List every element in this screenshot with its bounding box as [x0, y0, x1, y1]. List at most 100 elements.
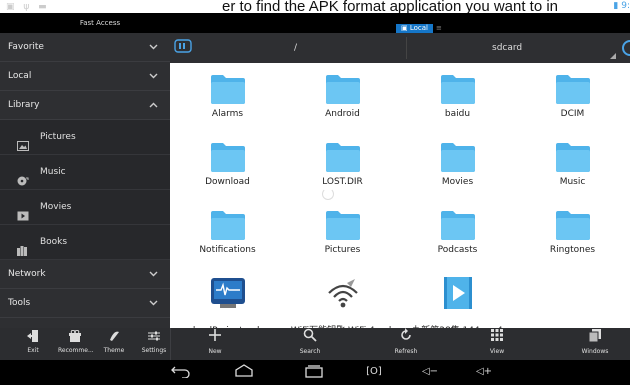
folder-icon	[325, 141, 361, 173]
toolbar-label: Refresh	[394, 348, 418, 355]
file-item[interactable]: Download	[170, 131, 285, 201]
fast-access-label[interactable]: Fast Access	[70, 13, 130, 33]
storage-icon[interactable]	[172, 39, 194, 57]
video-file-icon	[440, 277, 476, 309]
chevron-down-icon	[149, 260, 158, 289]
toolbar-label: Theme	[103, 347, 125, 354]
grid-view-icon	[451, 328, 543, 348]
file-item[interactable]: Movies	[400, 131, 515, 201]
windows-button[interactable]: Windows	[549, 328, 630, 360]
file-name: Music	[559, 177, 586, 187]
sidebar-section-library[interactable]: Library	[0, 91, 170, 120]
books-icon	[17, 237, 29, 256]
volume-down-icon[interactable]: ◁−	[416, 364, 444, 380]
file-item[interactable]: Android	[285, 63, 400, 133]
theme-button[interactable]: Theme	[97, 328, 131, 360]
windows-icon	[549, 328, 630, 348]
file-item[interactable]: Pictures	[285, 199, 400, 269]
folder-icon	[555, 73, 591, 105]
chevron-down-icon	[149, 62, 158, 91]
sidebar-item-label: Music	[40, 167, 66, 177]
path-dropdown-icon[interactable]	[610, 53, 616, 59]
notification-icons: ▣ ψ ▬	[6, 2, 50, 12]
folder-icon	[210, 141, 246, 173]
recomme-button[interactable]: Recomme...	[58, 328, 94, 360]
file-item[interactable]: WiFi万能钥匙 WiFi 4.apk	[285, 267, 400, 328]
exit-button[interactable]: Exit	[16, 328, 50, 360]
folder-icon	[210, 209, 246, 241]
sidebar-section-local[interactable]: Local	[0, 62, 170, 91]
back-icon[interactable]	[166, 364, 194, 380]
file-grid: Alarms Android baidu DCIM Download LOST.DIR Mo…	[170, 63, 630, 328]
file-item[interactable]: LOST.DIR	[285, 131, 400, 201]
file-name: baidu	[444, 109, 471, 119]
file-item[interactable]: Podcasts	[400, 199, 515, 269]
sidebar-section-favorite[interactable]: Favorite	[0, 33, 170, 62]
status-bar: ▣ ψ ▬ Fast Access ▣ Local ≡ ▮ 9:	[0, 1, 630, 33]
folder-icon	[555, 141, 591, 173]
folder-icon	[440, 209, 476, 241]
music-icon	[17, 167, 29, 186]
sidebar-item-label: Books	[40, 237, 68, 247]
theme-icon	[97, 328, 131, 346]
volume-up-icon[interactable]: ◁+	[470, 364, 498, 380]
tab-menu-icon[interactable]: ≡	[436, 24, 442, 33]
file-name: Alarms	[211, 109, 244, 119]
toolbar-label: Exit	[27, 347, 39, 354]
sidebar-item-label: Pictures	[40, 132, 76, 142]
sidebar-section-label: Network	[8, 269, 46, 279]
sidebar-item-music[interactable]: Music	[0, 155, 170, 190]
sidebar: Favorite Local Library Pictures Music Movies B…	[0, 33, 170, 328]
file-name: Android	[325, 109, 360, 119]
sidebar-item-movies[interactable]: Movies	[0, 190, 170, 225]
path-root[interactable]: /	[294, 33, 297, 63]
local-tab-label: Local	[409, 24, 428, 32]
home-icon[interactable]	[230, 364, 258, 380]
plus-icon	[169, 328, 261, 348]
file-name: Podcasts	[437, 245, 478, 255]
sidebar-item-books[interactable]: Books	[0, 225, 170, 260]
system-nav-bar: [O] ◁− ◁+	[0, 360, 630, 385]
loading-spinner-icon	[322, 188, 334, 200]
sidebar-section-label: Library	[8, 100, 40, 110]
new-button[interactable]: New	[169, 328, 261, 360]
history-icon[interactable]	[622, 40, 630, 56]
path-bar: / sdcard	[170, 33, 630, 63]
file-name: Download	[205, 177, 250, 187]
settings-button[interactable]: Settings	[137, 328, 171, 360]
folder-icon	[440, 141, 476, 173]
toolbar-label: Windows	[581, 348, 609, 355]
path-current[interactable]: sdcard	[492, 33, 522, 63]
wifi-apk-icon	[325, 277, 361, 309]
view-button[interactable]: View	[451, 328, 543, 360]
sidebar-section-network[interactable]: Network	[0, 260, 170, 289]
local-tab[interactable]: ▣ Local	[396, 24, 433, 33]
search-button[interactable]: Search	[264, 328, 356, 360]
sidebar-section-label: Local	[8, 71, 32, 81]
file-item[interactable]: baidu	[400, 63, 515, 133]
file-name: Notifications	[199, 245, 256, 255]
file-item[interactable]: Ringtones	[515, 199, 630, 269]
file-item[interactable]: 九新第28集 144.mp4	[400, 267, 515, 328]
recent-apps-icon[interactable]	[300, 364, 328, 380]
screenshot-icon[interactable]: [O]	[360, 364, 388, 380]
folder-icon	[325, 209, 361, 241]
sidebar-section-tools[interactable]: Tools	[0, 289, 170, 318]
refresh-button[interactable]: Refresh	[360, 328, 452, 360]
file-item[interactable]: Notifications	[170, 199, 285, 269]
file-name: Pictures	[324, 245, 361, 255]
pictures-icon	[17, 132, 29, 151]
instruction-text: er to find the APK format application yo…	[0, 0, 630, 13]
file-item[interactable]: loadProject.apk	[170, 267, 285, 328]
bottom-toolbar: Exit Recomme... Theme Settings New Search Refr…	[0, 328, 630, 360]
file-name: DCIM	[560, 109, 585, 119]
sidebar-section-label: Favorite	[8, 42, 44, 52]
toolbar-label: Recomme...	[58, 347, 94, 354]
file-item[interactable]: Music	[515, 131, 630, 201]
file-item[interactable]: DCIM	[515, 63, 630, 133]
toolbar-label: New	[208, 348, 222, 355]
sidebar-item-pictures[interactable]: Pictures	[0, 120, 170, 155]
folder-icon	[555, 209, 591, 241]
sidebar-item-label: Movies	[40, 202, 72, 212]
file-item[interactable]: Alarms	[170, 63, 285, 133]
